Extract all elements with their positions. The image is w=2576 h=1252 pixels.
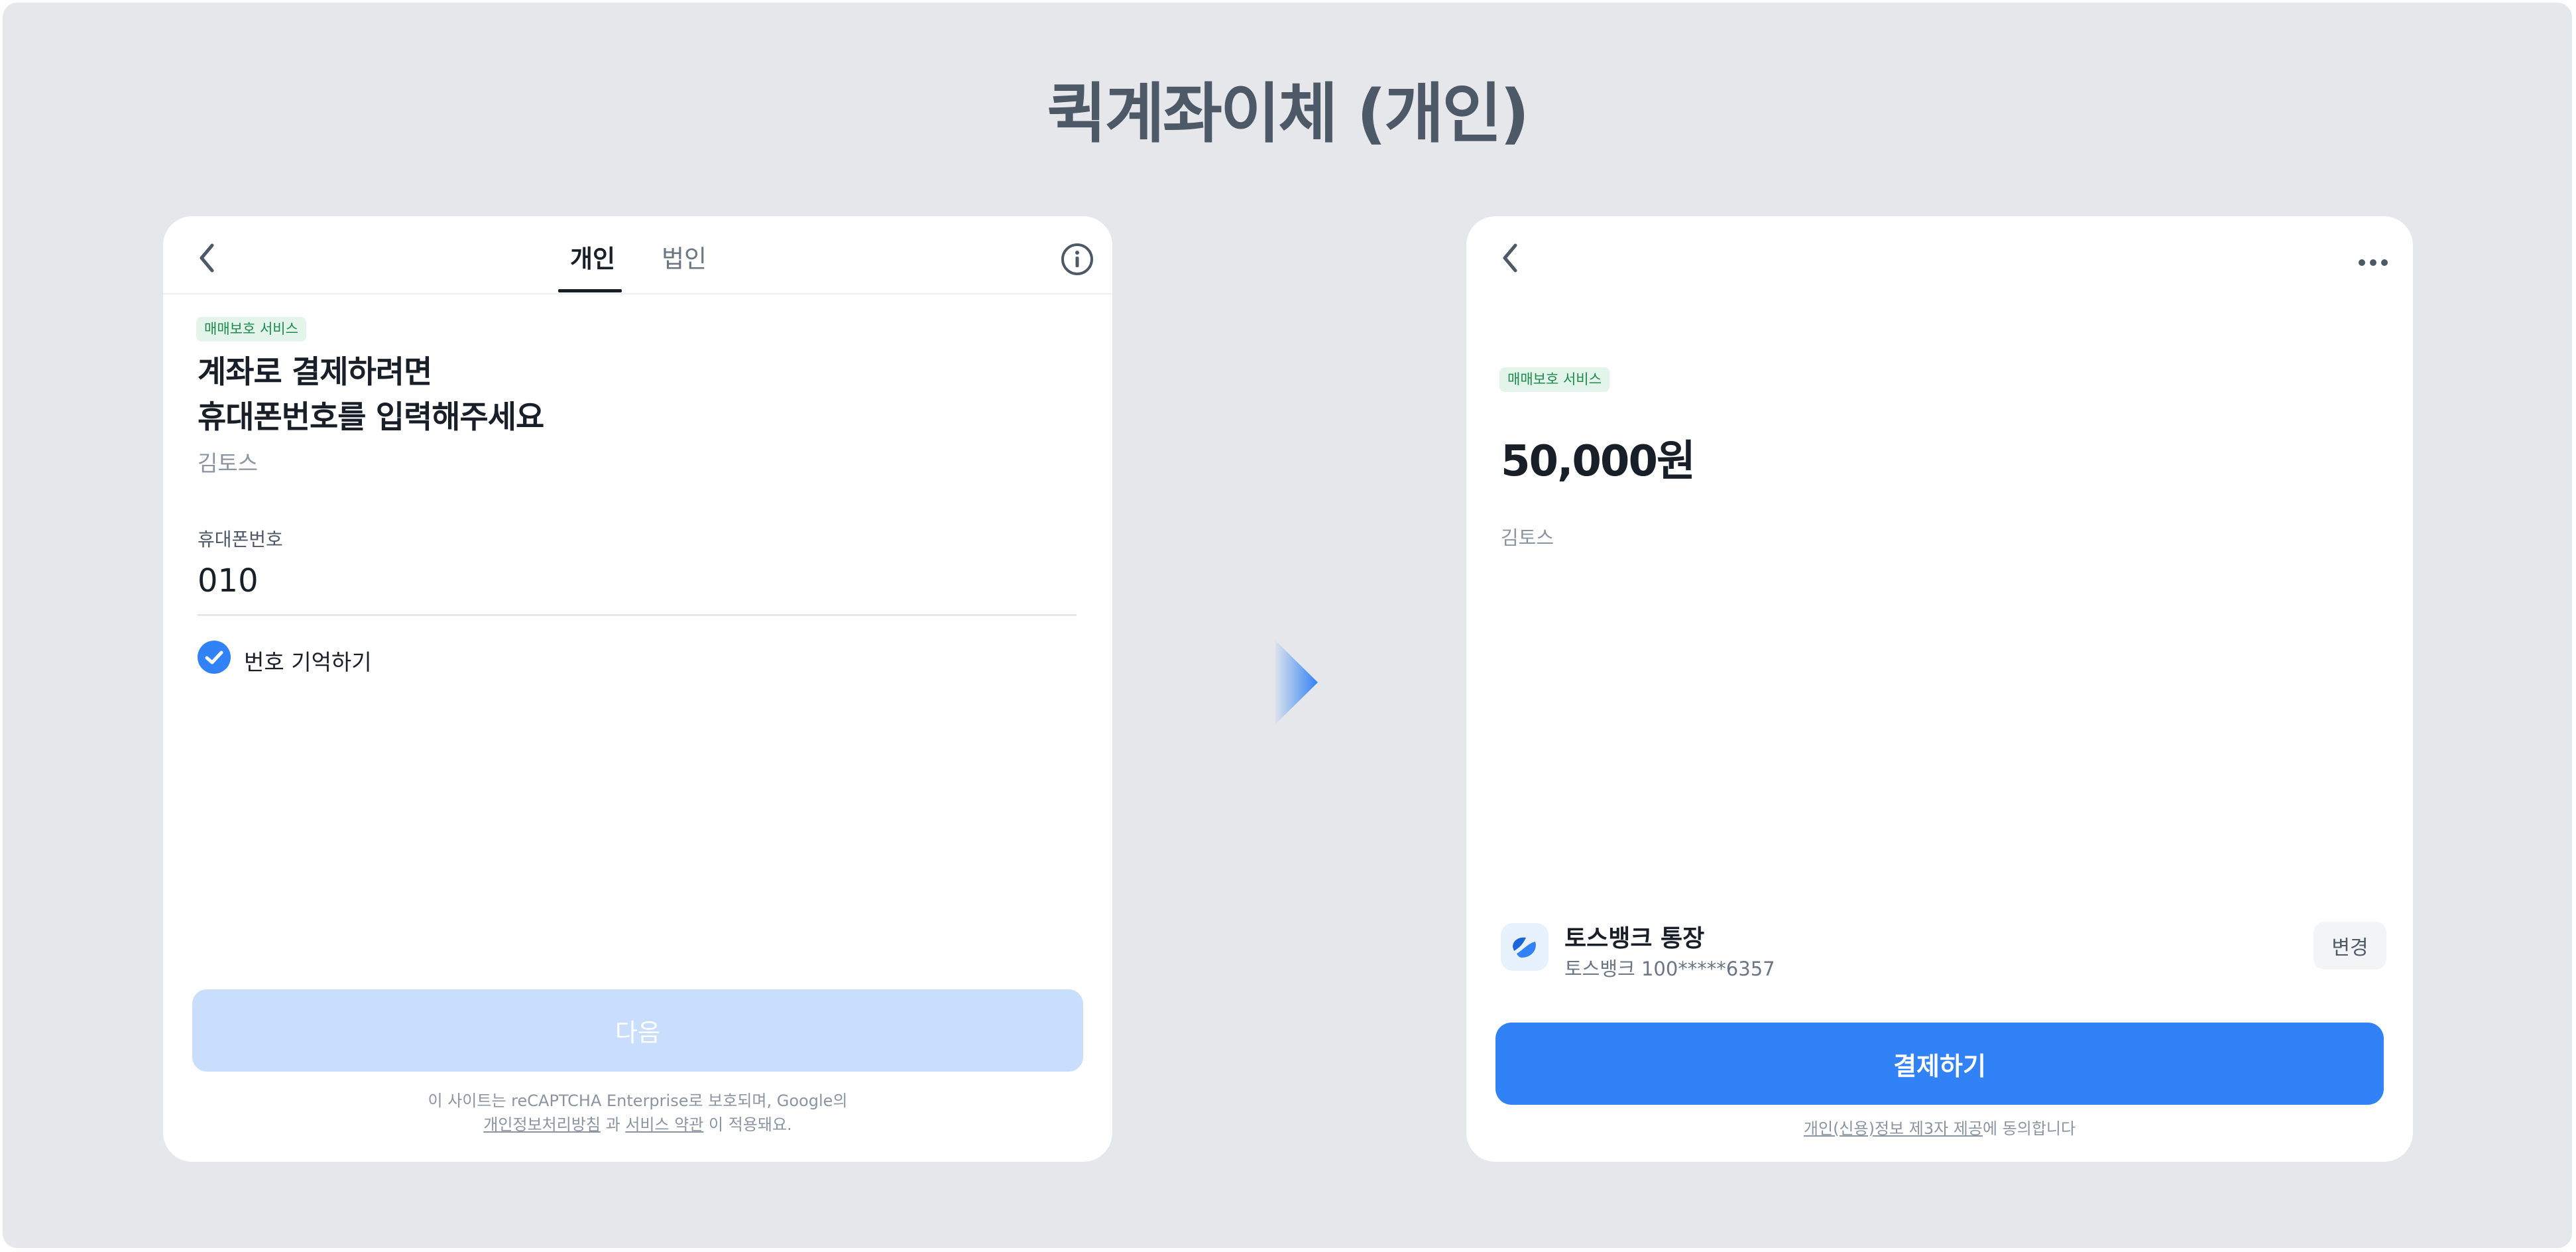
selected-account: 토스뱅크 통장 토스뱅크 100*****6357 변경 bbox=[1501, 919, 2386, 985]
header-divider bbox=[163, 293, 1112, 294]
headline-line-2: 휴대폰번호를 입력해주세요 bbox=[198, 399, 544, 436]
terms-of-service-link[interactable]: 서비스 약관 bbox=[625, 1115, 703, 1134]
third-party-consent-link[interactable]: 개인(신용)정보 제3자 제공 bbox=[1804, 1119, 1983, 1138]
tab-corporate[interactable]: 법인 bbox=[662, 239, 707, 275]
phone-input-screen: 개인 법인 매매보호 서비스 계좌로 결제하려면 휴대폰번호를 입력해주세요 김… bbox=[163, 216, 1112, 1162]
merchant-name: 김토스 bbox=[1501, 527, 1554, 549]
transition-arrow-icon bbox=[1275, 641, 1318, 724]
change-account-button[interactable]: 변경 bbox=[2313, 922, 2386, 970]
phone-input-underline bbox=[198, 614, 1077, 616]
phone-field-label: 휴대폰번호 bbox=[198, 529, 283, 550]
info-icon[interactable] bbox=[1059, 241, 1095, 277]
consent-notice: 개인(신용)정보 제3자 제공에 동의합니다 bbox=[1466, 1115, 2413, 1139]
bank-account-label: 토스뱅크 통장 bbox=[1564, 925, 1705, 952]
recaptcha-notice-line2: 개인정보처리방침 과 서비스 약관 이 적용돼요. bbox=[163, 1113, 1112, 1137]
background-stage: 퀵계좌이체 (개인) 개인 법인 매매보호 서비스 계좌로 결제하려면 휴대폰번… bbox=[3, 3, 2572, 1248]
back-chevron-icon[interactable] bbox=[1498, 241, 1522, 275]
more-horizontal-icon[interactable] bbox=[2358, 256, 2388, 269]
tab-personal[interactable]: 개인 bbox=[570, 239, 615, 275]
trade-protection-badge: 매매보호 서비스 bbox=[196, 317, 306, 342]
phone-input[interactable]: 010 bbox=[198, 562, 259, 599]
conjunction-text: 과 bbox=[605, 1115, 620, 1134]
back-chevron-icon[interactable] bbox=[195, 241, 219, 275]
check-circle-icon bbox=[198, 641, 231, 674]
next-button[interactable]: 다음 bbox=[192, 989, 1083, 1072]
consent-suffix: 에 동의합니다 bbox=[1982, 1119, 2076, 1138]
active-tab-indicator bbox=[558, 289, 622, 292]
page-title: 퀵계좌이체 (개인) bbox=[1047, 76, 1530, 152]
merchant-name: 김토스 bbox=[198, 450, 259, 476]
pay-button[interactable]: 결제하기 bbox=[1495, 1023, 2384, 1105]
headline-line-1: 계좌로 결제하려면 bbox=[198, 354, 432, 391]
recaptcha-notice: 이 사이트는 reCAPTCHA Enterprise로 보호되며, Googl… bbox=[163, 1089, 1112, 1137]
header-tabs: 개인 법인 bbox=[163, 216, 1112, 294]
recaptcha-notice-line1: 이 사이트는 reCAPTCHA Enterprise로 보호되며, Googl… bbox=[428, 1092, 848, 1110]
trade-protection-badge: 매매보호 서비스 bbox=[1499, 367, 1610, 392]
bank-account-number: 토스뱅크 100*****6357 bbox=[1564, 958, 1775, 980]
headline: 계좌로 결제하려면 휴대폰번호를 입력해주세요 bbox=[198, 350, 544, 440]
toss-bank-logo-icon bbox=[1501, 923, 1549, 971]
notice-suffix: 이 적용돼요. bbox=[709, 1115, 792, 1134]
remember-number-label: 번호 기억하기 bbox=[244, 649, 372, 675]
payment-confirm-screen: 매매보호 서비스 50,000원 김토스 토스뱅크 통장 토스뱅크 100***… bbox=[1466, 216, 2413, 1162]
privacy-policy-link[interactable]: 개인정보처리방침 bbox=[483, 1115, 601, 1134]
payment-amount: 50,000원 bbox=[1501, 437, 1696, 486]
